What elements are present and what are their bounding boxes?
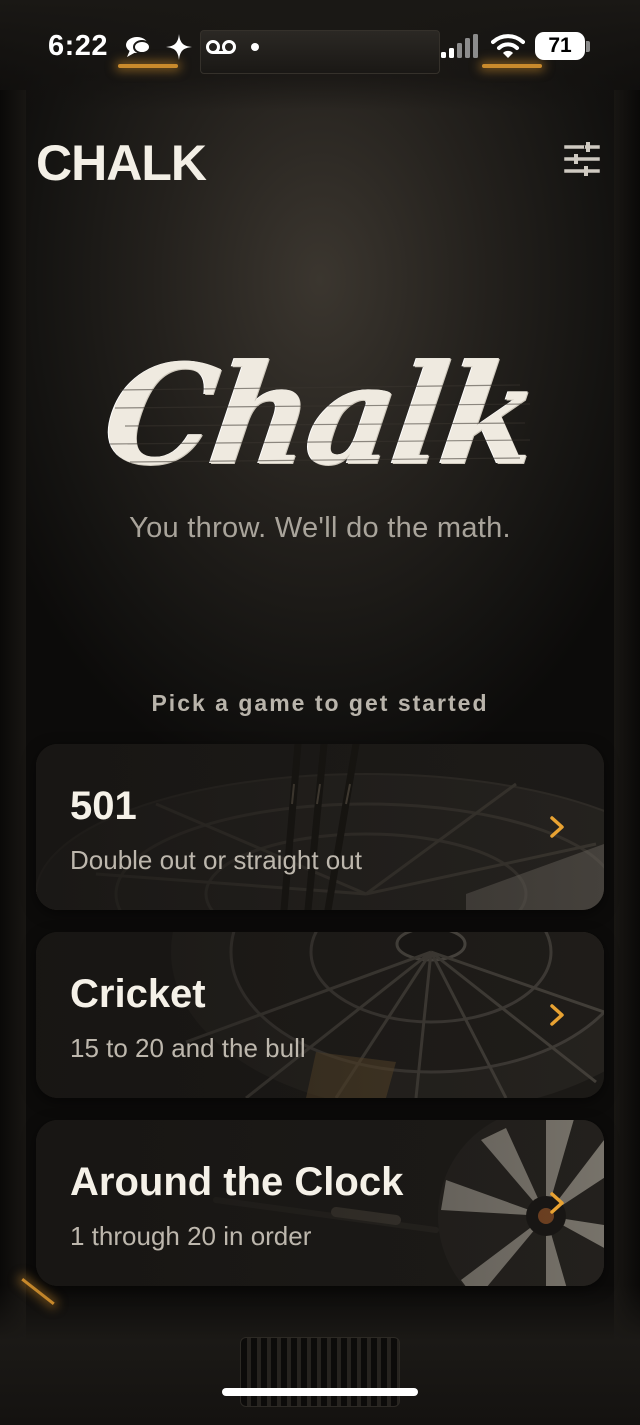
chevron-right-icon bbox=[544, 1000, 570, 1030]
battery-level: 71 bbox=[535, 32, 585, 60]
pick-game-prompt: Pick a game to get started bbox=[151, 690, 489, 716]
hero-logo: Chalk bbox=[95, 330, 546, 500]
status-bar: 6:22 71 bbox=[0, 0, 640, 100]
status-icons-right: 71 bbox=[441, 32, 590, 60]
game-subtitle: Double out or straight out bbox=[70, 845, 362, 875]
hero-logo-text: Chalk bbox=[94, 333, 546, 496]
frame-grille-decoration bbox=[240, 1337, 400, 1407]
battery-icon: 71 bbox=[535, 32, 590, 60]
tagline: You throw. We'll do the math. bbox=[129, 512, 511, 544]
chevron-right-icon bbox=[544, 1188, 570, 1218]
dot-icon bbox=[250, 42, 260, 52]
message-bubble-icon bbox=[124, 35, 152, 59]
settings-button[interactable] bbox=[556, 138, 608, 184]
battery-cap bbox=[586, 40, 590, 52]
sliders-icon bbox=[564, 141, 600, 181]
app-title: CHALK bbox=[36, 135, 207, 191]
voicemail-icon bbox=[206, 39, 236, 55]
sparkle-icon bbox=[166, 34, 192, 60]
status-time: 6:22 bbox=[48, 30, 109, 62]
app-screen: 6:22 71 CHALK Chalk You throw. We'll do … bbox=[0, 0, 640, 1425]
chevron-right-icon bbox=[544, 812, 570, 842]
home-indicator[interactable] bbox=[222, 1388, 418, 1396]
game-subtitle: 15 to 20 and the bull bbox=[70, 1033, 306, 1063]
game-card-501[interactable]: 501 Double out or straight out bbox=[36, 744, 604, 910]
game-title: Around the Clock bbox=[70, 1160, 404, 1204]
game-card-cricket[interactable]: Cricket 15 to 20 and the bull bbox=[36, 932, 604, 1098]
game-subtitle: 1 through 20 in order bbox=[70, 1221, 312, 1251]
status-icons-left bbox=[124, 34, 260, 60]
game-title: 501 bbox=[70, 784, 137, 828]
frame-bottom-decoration bbox=[0, 1278, 640, 1425]
game-title: Cricket bbox=[70, 972, 206, 1016]
cellular-signal-icon bbox=[441, 34, 481, 58]
wifi-icon bbox=[491, 33, 525, 59]
game-card-around-the-clock[interactable]: Around the Clock 1 through 20 in order bbox=[36, 1120, 604, 1286]
